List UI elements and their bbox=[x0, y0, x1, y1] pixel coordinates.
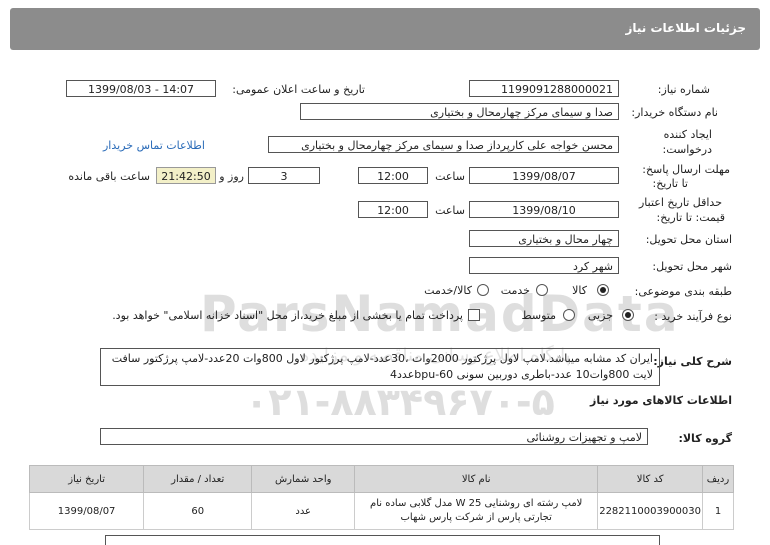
remaining-label: ساعت باقی مانده bbox=[68, 170, 150, 183]
city-label: شهر محل تحویل: bbox=[652, 260, 732, 273]
cell-unit: عدد bbox=[251, 492, 356, 530]
category-label: طبقه بندی موضوعی: bbox=[634, 285, 732, 298]
col-need-date: تاریخ نیاز bbox=[28, 465, 145, 493]
col-unit: واحد شمارش bbox=[251, 465, 356, 493]
items-table: ردیف کد کالا نام کالا واحد شمارش تعداد /… bbox=[28, 465, 734, 530]
deadline-date-field: 1399/08/07 bbox=[469, 167, 619, 184]
deadline-label-2: تا تاریخ: bbox=[652, 177, 688, 190]
cell-item-code: 2282110003900030 bbox=[597, 492, 703, 530]
goods-section-title: اطلاعات کالاهای مورد نیاز bbox=[590, 394, 732, 407]
cell-need-date: 1399/08/07 bbox=[28, 492, 145, 530]
col-quantity: تعداد / مقدار bbox=[143, 465, 253, 493]
cell-quantity: 60 bbox=[143, 492, 253, 530]
creator-field: محسن خواجه علی کارپرداز صدا و سیمای مرکز… bbox=[268, 136, 619, 153]
process-radio-minor[interactable] bbox=[622, 309, 634, 321]
col-item-code: کد کالا bbox=[597, 465, 703, 493]
validity-label-1: حداقل تاریخ اعتبار bbox=[638, 196, 722, 209]
description-box: ایران کد مشابه میباشد.لامپ لاول پرژکتور … bbox=[100, 348, 660, 386]
goods-group-label: گروه کالا: bbox=[678, 432, 732, 445]
need-number-label: شماره نیاز: bbox=[657, 83, 710, 96]
days-remaining-field: 3 bbox=[248, 167, 320, 184]
treasury-payment-note: پرداخت تمام یا بخشی از مبلغ خرید،از محل … bbox=[112, 309, 463, 322]
announce-field: 1399/08/03 - 14:07 bbox=[66, 80, 216, 97]
remaining-time-field: 21:42:50 bbox=[156, 167, 216, 184]
category-radio-goods-service[interactable] bbox=[477, 284, 489, 296]
creator-label-2: درخواست: bbox=[662, 143, 712, 156]
next-section-box bbox=[105, 535, 660, 545]
process-radio-medium[interactable] bbox=[563, 309, 575, 321]
contact-buyer-link[interactable]: اطلاعات تماس خریدار bbox=[103, 139, 205, 152]
page-title: جزئیات اطلاعات نیاز bbox=[625, 21, 746, 35]
col-item-name: نام کالا bbox=[354, 465, 599, 493]
deadline-label-1: مهلت ارسال پاسخ: bbox=[642, 163, 730, 176]
validity-time-label: ساعت bbox=[435, 204, 465, 217]
buyer-field: صدا و سیمای مرکز چهارمحال و بختیاری bbox=[300, 103, 619, 120]
process-option-medium: متوسط bbox=[521, 309, 556, 322]
goods-group-field: لامپ و تجهیزات روشنائی bbox=[100, 428, 648, 445]
validity-label-2: قیمت: تا تاریخ: bbox=[656, 211, 725, 224]
table-header-row: ردیف کد کالا نام کالا واحد شمارش تعداد /… bbox=[28, 465, 734, 493]
process-label: نوع فرآیند خرید : bbox=[654, 310, 732, 323]
province-field: چهار محال و بختیاری bbox=[469, 230, 619, 247]
announce-label: تاریخ و ساعت اعلان عمومی: bbox=[232, 83, 365, 96]
deadline-time-field: 12:00 bbox=[358, 167, 428, 184]
watermark-phone: ۰۲۱-۸۸۳۴۹۶۷۰-۵ bbox=[245, 380, 555, 424]
validity-date-field: 1399/08/10 bbox=[469, 201, 619, 218]
cell-row-number: 1 bbox=[702, 492, 734, 530]
need-number-field: 1199091288000021 bbox=[469, 80, 619, 97]
validity-time-field: 12:00 bbox=[358, 201, 428, 218]
category-radio-goods[interactable] bbox=[597, 284, 609, 296]
cell-item-name: لامپ رشته ای روشنایی W 25 مدل گلابی ساده… bbox=[354, 492, 599, 530]
province-label: استان محل تحویل: bbox=[645, 233, 732, 246]
category-option-service: خدمت bbox=[500, 284, 530, 297]
category-option-goods: کالا bbox=[572, 284, 587, 297]
description-label: شرح کلی نیاز: bbox=[653, 355, 732, 368]
col-row-number: ردیف bbox=[702, 465, 734, 493]
creator-label-1: ایجاد کننده bbox=[663, 128, 712, 141]
city-field: شهر کرد bbox=[469, 257, 619, 274]
category-radio-service[interactable] bbox=[536, 284, 548, 296]
buyer-label: نام دستگاه خریدار: bbox=[631, 106, 718, 119]
treasury-payment-checkbox[interactable] bbox=[468, 309, 480, 321]
deadline-time-label: ساعت bbox=[435, 170, 465, 183]
days-label: روز و bbox=[219, 170, 244, 183]
page-header: جزئیات اطلاعات نیاز bbox=[10, 8, 760, 50]
process-option-minor: جزیی bbox=[587, 309, 613, 322]
category-option-goods-service: کالا/خدمت bbox=[424, 284, 472, 297]
table-row: 1 2282110003900030 لامپ رشته ای روشنایی … bbox=[28, 492, 734, 530]
